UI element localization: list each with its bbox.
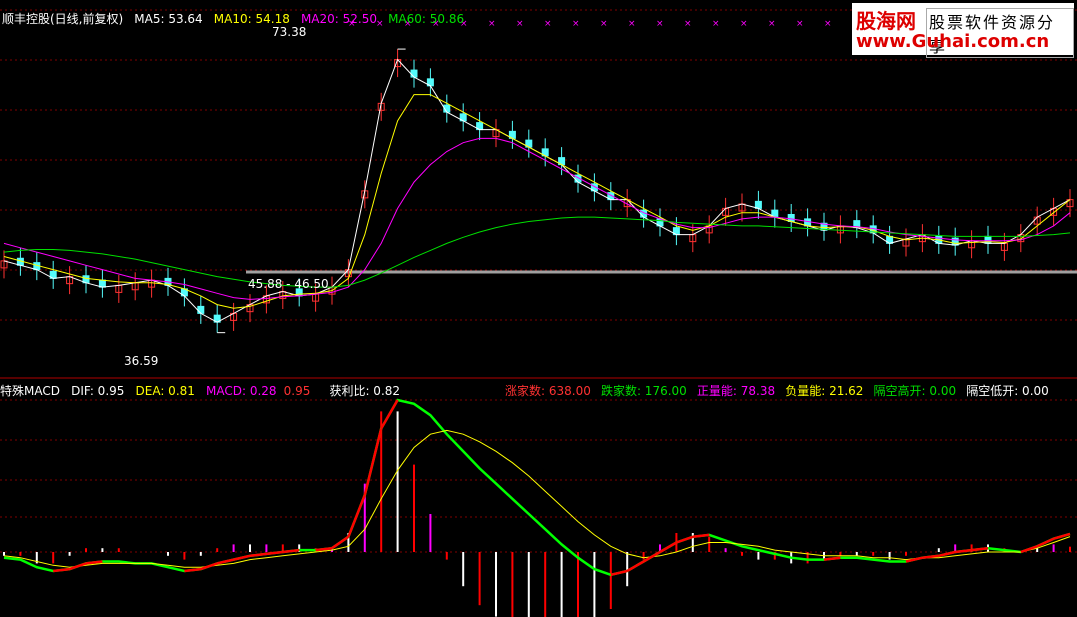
series-ma10-line	[3, 94, 1071, 309]
signal-mark: ×	[656, 19, 664, 29]
up-count: 涨家数: 638.00	[505, 384, 591, 398]
series-ma20-line	[3, 137, 1071, 300]
ma10-value: MA10: 54.18	[213, 12, 290, 26]
signal-mark: ×	[516, 19, 524, 29]
dif-rising-segment	[971, 546, 989, 552]
dif-rising-segment	[184, 567, 201, 573]
signal-mark: ×	[600, 19, 608, 29]
macd-name: 特殊MACD	[0, 384, 60, 398]
range-annotation: 45.88 - 46.50	[248, 277, 329, 291]
ma5-value: MA5: 53.64	[134, 12, 203, 26]
dif-rising-segment	[626, 560, 645, 573]
candle-body	[984, 235, 992, 244]
range-value: 45.88 - 46.50	[248, 277, 329, 291]
dif-rising-segment	[823, 556, 841, 561]
down-count: 跌家数: 176.00	[600, 384, 687, 398]
dif-rising-segment	[610, 569, 628, 577]
series-dea-line	[3, 429, 1071, 568]
dif-rising-segment	[692, 533, 710, 539]
dif-rising-segment	[938, 550, 956, 558]
dif-rising-segment	[380, 399, 399, 430]
high-annotation: 73.38	[272, 25, 306, 39]
dif-rising-segment	[266, 550, 283, 556]
dif-value: DIF: 0.95	[71, 384, 125, 398]
dea-value: DEA: 0.81	[135, 384, 195, 398]
gap-down: 隔空低开: 0.00	[966, 384, 1049, 398]
dif-rising-segment	[249, 552, 267, 558]
price-legend: 顺丰控股(日线,前复权) MA5: 53.64 MA10: 54.18 MA20…	[2, 8, 470, 27]
signal-mark: ×	[768, 19, 776, 29]
dif-rising-segment	[200, 562, 218, 571]
high-value: 73.38	[272, 25, 307, 39]
market-breadth-legend: 涨家数: 638.00 跌家数: 176.00 正量能: 78.38 负量能: …	[505, 380, 1054, 399]
macd-value-a: MACD: 0.28	[206, 384, 277, 398]
ma60-value: MA60: 50.86	[388, 12, 465, 26]
dif-rising-segment	[363, 428, 383, 496]
stock-title: 顺丰控股(日线,前复权)	[2, 12, 124, 26]
candle-body	[410, 69, 418, 78]
signal-mark: ×	[628, 19, 636, 29]
logo-name: 股海网	[856, 9, 916, 33]
signal-mark: ×	[824, 19, 832, 29]
low-annotation: 36.59	[124, 354, 158, 368]
signal-mark: ×	[712, 19, 720, 29]
gap-up: 隔空高开: 0.00	[873, 384, 957, 398]
signal-mark: ×	[572, 19, 580, 29]
dif-rising-segment	[233, 554, 251, 561]
profit-ratio: 获利比: 0.82	[329, 384, 401, 398]
dif-rising-segment	[675, 535, 694, 544]
macd-value-b: 0.95	[283, 384, 311, 398]
dif-rising-segment	[69, 562, 87, 571]
neg-volume: 负量能: 21.62	[785, 384, 864, 398]
signal-mark: ×	[684, 19, 692, 29]
logo-url: www.Guhai.com.cn	[856, 31, 1050, 52]
signal-mark: ×	[488, 19, 496, 29]
signal-mark: ×	[544, 19, 552, 29]
pos-volume: 正量能: 78.38	[696, 384, 776, 398]
dif-rising-segment	[216, 558, 234, 565]
dif-rising-segment	[347, 494, 366, 538]
dif-rising-segment	[642, 550, 661, 563]
dif-rising-segment	[315, 546, 333, 552]
stock-chart[interactable]: ××××××××××××××××××××××××	[0, 0, 1077, 617]
series-ma5-line	[3, 58, 1071, 323]
ma20-value: MA20: 52.50	[300, 12, 377, 26]
series-ma60-line	[3, 216, 1071, 288]
dif-rising-segment	[659, 541, 678, 554]
low-value: 36.59	[124, 354, 159, 368]
dif-rising-segment	[85, 560, 103, 565]
signal-mark: ×	[796, 19, 804, 29]
guhai-logo: 股海网 股票软件资源分享 www.Guhai.com.cn	[852, 3, 1074, 58]
dif-rising-segment	[955, 548, 972, 554]
signal-mark: ×	[740, 19, 748, 29]
candle-body	[197, 305, 205, 314]
dif-rising-segment	[53, 567, 70, 573]
series-dif-line	[3, 398, 1071, 577]
macd-legend: 特殊MACD DIF: 0.95 DEA: 0.81 MACD: 0.28 0.…	[0, 380, 406, 399]
